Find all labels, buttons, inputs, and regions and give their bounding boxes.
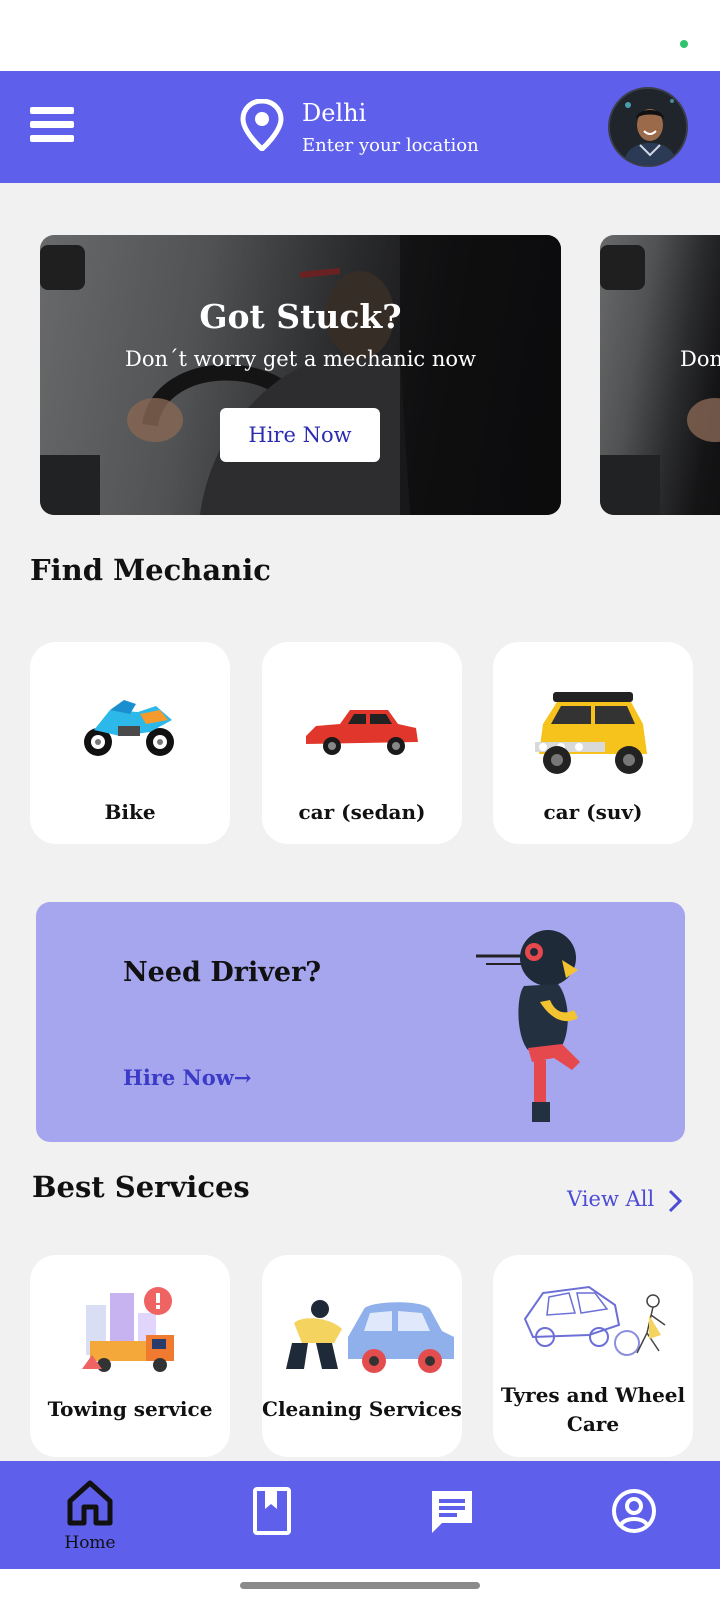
need-driver-title: Need Driver? [123,957,322,988]
nav-messages[interactable] [418,1475,488,1555]
user-photo [610,89,686,165]
bottom-navigation: Home [0,1461,720,1569]
nav-profile[interactable] [600,1475,670,1555]
nav-home[interactable]: Home [55,1475,125,1555]
view-all-label: View All [567,1187,655,1211]
need-driver-card[interactable]: Need Driver? Hire Now→ [36,902,685,1142]
arrow-right-icon: → [233,1065,252,1090]
menu-icon-line [30,107,74,114]
hire-driver-link-label: Hire Now [123,1065,234,1090]
service-card-towing[interactable]: Towing service [30,1255,230,1457]
tyre-service-icon [523,1285,666,1356]
card-label: Towing service [47,1397,213,1421]
card-label: Bike [104,800,156,824]
service-card-tyres[interactable]: Tyres and Wheel Care [493,1255,693,1457]
sedan-car-icon [306,710,418,755]
chevron-right-icon [668,1189,683,1213]
hire-now-button[interactable]: Hire Now [220,408,380,462]
mechanic-card-sedan[interactable]: car (sedan) [262,642,462,844]
menu-icon-line [30,121,74,128]
profile-icon [612,1489,656,1533]
banner-subtitle: Don [680,347,720,371]
menu-icon-line [30,135,74,142]
mechanic-card-bike[interactable]: Bike [30,642,230,844]
card-label: Tyres and Wheel Care [500,1383,686,1436]
chat-icon [432,1491,472,1533]
hire-driver-link[interactable]: Hire Now→ [123,1065,251,1090]
card-label: car (sedan) [298,800,426,824]
banner-title: Got Stuck? [199,297,402,336]
location-city[interactable]: Delhi [302,99,366,127]
tow-truck-icon [82,1287,174,1372]
banner-overlay [600,235,720,515]
card-label: car (suv) [543,800,643,824]
avatar[interactable] [608,87,688,167]
car-wash-icon [286,1300,454,1373]
best-services-title: Best Services [32,1170,250,1204]
promo-banner[interactable]: Got Stuck? Don´t worry get a mechanic no… [40,235,561,515]
location-pin-icon[interactable] [240,99,284,151]
banner-subtitle: Don´t worry get a mechanic now [124,347,476,371]
menu-button[interactable] [30,107,74,145]
mechanic-card-suv[interactable]: car (suv) [493,642,693,844]
promo-banner-next[interactable]: Don [600,235,720,515]
nav-home-label: Home [64,1533,116,1553]
bookmark-icon [253,1487,291,1535]
banner-overlay [40,235,561,515]
card-label: Cleaning Services [262,1397,462,1421]
nav-bookmarks[interactable] [237,1475,307,1555]
motorbike-icon [84,700,174,756]
home-icon [67,1480,113,1526]
status-bar [0,0,720,71]
suv-car-icon [535,692,647,774]
view-all-link[interactable]: View All [567,1187,683,1213]
top-app-bar: Delhi Enter your location [0,71,720,183]
find-mechanic-title: Find Mechanic [30,553,271,587]
status-indicator-dot [680,40,688,48]
service-card-cleaning[interactable]: Cleaning Services [262,1255,462,1457]
location-hint[interactable]: Enter your location [302,135,479,156]
driver-illustration [476,930,580,1122]
home-indicator[interactable] [240,1582,480,1589]
